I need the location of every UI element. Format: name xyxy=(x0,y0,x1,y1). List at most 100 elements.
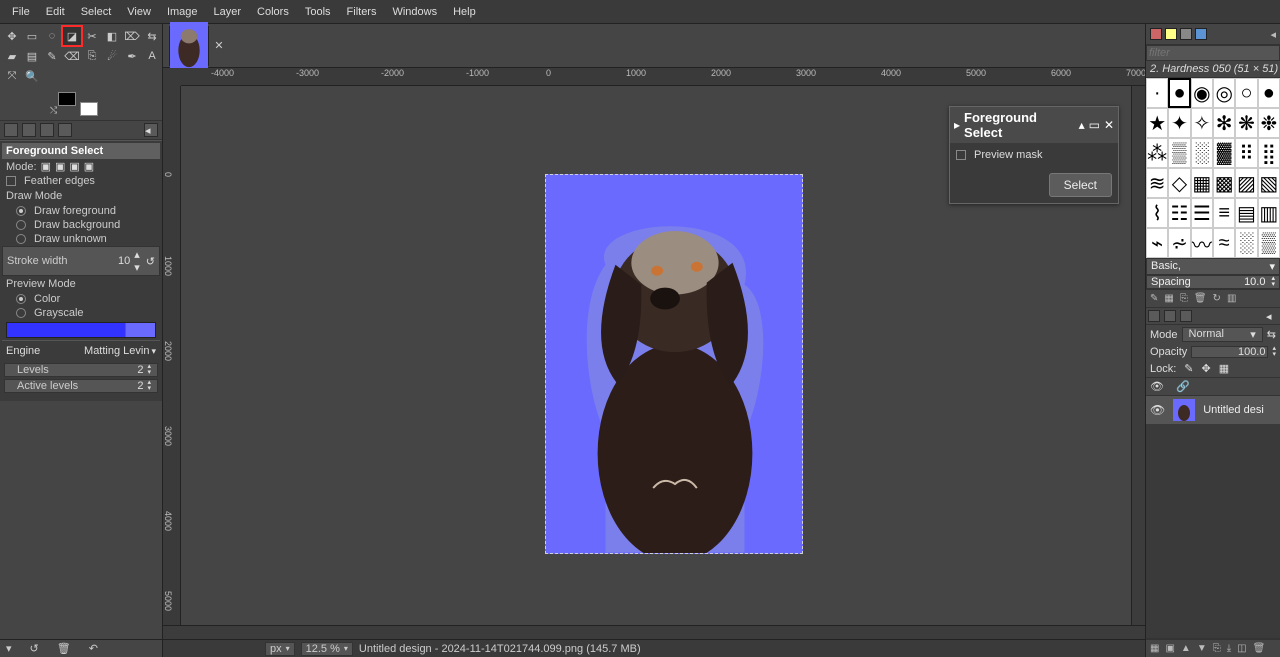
edit-brush-icon[interactable]: ✎ xyxy=(1150,293,1158,304)
brush-cell[interactable]: ◎ xyxy=(1213,78,1235,108)
brush-cell[interactable]: ▨ xyxy=(1235,168,1257,198)
brush-cell[interactable]: ≈ xyxy=(1213,228,1235,258)
dup-layer-icon[interactable]: ⎘ xyxy=(1213,643,1221,654)
rect-select-tool-icon[interactable]: ▭ xyxy=(22,26,42,46)
tab-images-icon[interactable] xyxy=(58,123,72,137)
path-tool-icon[interactable]: ✒ xyxy=(122,46,142,66)
brush-cell[interactable]: · xyxy=(1146,78,1168,108)
eraser-tool-icon[interactable]: ⌫ xyxy=(62,46,82,66)
smudge-tool-icon[interactable]: ☄ xyxy=(102,46,122,66)
brush-cell[interactable]: ⩫ xyxy=(1168,228,1190,258)
paint-dynamics-dropdown[interactable]: Basic, xyxy=(1146,258,1280,275)
brush-cell[interactable]: ▦ xyxy=(1191,168,1213,198)
tab-undo-icon[interactable] xyxy=(40,123,54,137)
canvas-image[interactable] xyxy=(545,174,803,554)
menu-image[interactable]: Image xyxy=(159,3,206,21)
unit-dropdown[interactable]: px xyxy=(265,642,295,656)
flip-tool-icon[interactable]: ⇆ xyxy=(142,26,162,46)
brush-cell[interactable]: ◇ xyxy=(1168,168,1190,198)
menu-windows[interactable]: Windows xyxy=(384,3,445,21)
vertical-scrollbar[interactable] xyxy=(1131,86,1145,625)
brush-cell[interactable]: ◉ xyxy=(1191,78,1213,108)
layer-mode-dropdown[interactable]: Normal xyxy=(1182,327,1263,342)
transform-tool-icon[interactable]: ◧ xyxy=(102,26,122,46)
del-brush-icon[interactable]: 🗑 xyxy=(1194,293,1207,304)
layer-visibility-icon[interactable]: 👁 xyxy=(1150,403,1165,417)
brush-cell[interactable]: ▧ xyxy=(1258,168,1280,198)
reset-options-icon[interactable]: ↶ xyxy=(89,642,98,655)
lower-layer-icon[interactable]: ▼ xyxy=(1197,643,1207,654)
draw-background-radio[interactable] xyxy=(16,220,26,230)
close-tab-icon[interactable]: ✕ xyxy=(211,38,227,54)
draw-foreground-radio[interactable] xyxy=(16,206,26,216)
brush-cell[interactable]: ☰ xyxy=(1191,198,1213,228)
tab-menu-icon[interactable]: ◂ xyxy=(144,123,158,137)
clone-tool-icon[interactable]: ⎘ xyxy=(82,46,102,66)
brush-cell[interactable]: ▥ xyxy=(1258,198,1280,228)
tab-device-icon[interactable] xyxy=(22,123,36,137)
mode-intersect-icon[interactable]: ▣ xyxy=(84,160,94,173)
brush-cell[interactable]: ≡ xyxy=(1213,198,1235,228)
brush-grid[interactable]: · ● ◉ ◎ ○ ● ★ ✦ ✧ ✻ ❋ ❉ ⁂ ▒ ░ ▓ ⠿ ⣿ ≋ ◇ … xyxy=(1146,78,1280,258)
mask-layer-icon[interactable]: ◫ xyxy=(1237,643,1246,654)
brush-cell[interactable]: ● xyxy=(1258,78,1280,108)
merge-down-icon[interactable]: ⤓ xyxy=(1227,643,1231,654)
horizontal-scrollbar[interactable] xyxy=(163,625,1145,639)
menu-tools[interactable]: Tools xyxy=(297,3,339,21)
right-tab-menu-icon[interactable]: ◂ xyxy=(1270,28,1276,40)
brush-cell[interactable]: ⣿ xyxy=(1258,138,1280,168)
stroke-reset-icon[interactable]: ↺ xyxy=(146,255,155,268)
text-tool-icon[interactable]: A xyxy=(142,46,162,66)
gradient-tool-icon[interactable]: ▤ xyxy=(22,46,42,66)
dup-brush-icon[interactable]: ⎘ xyxy=(1180,293,1188,304)
restore-options-icon[interactable]: ↺ xyxy=(30,642,39,655)
menu-edit[interactable]: Edit xyxy=(38,3,73,21)
brush-cell[interactable]: ▓ xyxy=(1213,138,1235,168)
brush-cell[interactable]: ▒ xyxy=(1258,228,1280,258)
refresh-brush-icon[interactable]: ↻ xyxy=(1213,293,1221,304)
levels-value[interactable]: 2 xyxy=(137,364,143,376)
stroke-width-spinner[interactable]: ▴▾ xyxy=(134,248,140,274)
mode-switch-icon[interactable]: ⇆ xyxy=(1267,328,1276,341)
menu-select[interactable]: Select xyxy=(73,3,120,21)
tab-history-icon[interactable] xyxy=(1195,28,1207,40)
menu-filters[interactable]: Filters xyxy=(339,3,385,21)
active-levels-value[interactable]: 2 xyxy=(137,380,143,392)
background-color-swatch[interactable] xyxy=(80,102,98,116)
tab-tool-options-icon[interactable] xyxy=(4,123,18,137)
brush-cell[interactable]: ⠿ xyxy=(1235,138,1257,168)
active-levels-spinner[interactable]: ▴▾ xyxy=(147,380,151,392)
layer-name[interactable]: Untitled desi xyxy=(1203,404,1264,416)
eye-header-icon[interactable]: 👁 xyxy=(1150,380,1164,393)
brush-cell[interactable]: ❋ xyxy=(1235,108,1257,138)
horizontal-ruler[interactable]: -4000 -3000 -2000 -1000 0 1000 2000 3000… xyxy=(181,68,1145,86)
fg-bg-color-swatch[interactable]: ⤭ xyxy=(58,92,98,116)
brush-cell[interactable]: ✻ xyxy=(1213,108,1235,138)
link-header-icon[interactable]: 🔗 xyxy=(1176,380,1190,393)
menu-file[interactable]: File xyxy=(4,3,38,21)
opacity-spinner[interactable]: ▴▾ xyxy=(1272,346,1276,358)
layer-thumbnail[interactable] xyxy=(1173,399,1195,421)
move-tool-icon[interactable]: ✥ xyxy=(2,26,22,46)
new-layer-icon[interactable]: ▦ xyxy=(1150,643,1159,654)
canvas-viewport[interactable]: ▸ Foreground Select ▴ ▭ ✕ Preview mask xyxy=(181,86,1131,625)
brush-cell[interactable]: ⁂ xyxy=(1146,138,1168,168)
dialog-detach-icon[interactable]: ▭ xyxy=(1089,118,1100,132)
bucket-fill-tool-icon[interactable]: ▰ xyxy=(2,46,22,66)
brush-cell[interactable]: ▩ xyxy=(1213,168,1235,198)
new-brush-icon[interactable]: ▦ xyxy=(1164,293,1173,304)
dialog-pin-icon[interactable]: ▸ xyxy=(954,118,960,132)
brush-filter-input[interactable] xyxy=(1146,45,1280,61)
free-select-tool-icon[interactable]: ◌ xyxy=(42,26,62,46)
layer-tab-menu-icon[interactable]: ◂ xyxy=(1266,310,1278,322)
foreground-color-swatch[interactable] xyxy=(58,92,76,106)
warp-tool-icon[interactable]: ⌦ xyxy=(122,26,142,46)
color-picker-tool-icon[interactable]: ⤧ xyxy=(2,66,22,86)
layer-item[interactable]: 👁 Untitled desi xyxy=(1146,396,1280,424)
brush-cell[interactable]: ❉ xyxy=(1258,108,1280,138)
tab-fonts-icon[interactable] xyxy=(1180,28,1192,40)
image-tab[interactable] xyxy=(169,26,209,66)
brush-cell[interactable]: ▒ xyxy=(1168,138,1190,168)
brush-cell[interactable]: ⌁ xyxy=(1146,228,1168,258)
tab-brushes-icon[interactable] xyxy=(1150,28,1162,40)
